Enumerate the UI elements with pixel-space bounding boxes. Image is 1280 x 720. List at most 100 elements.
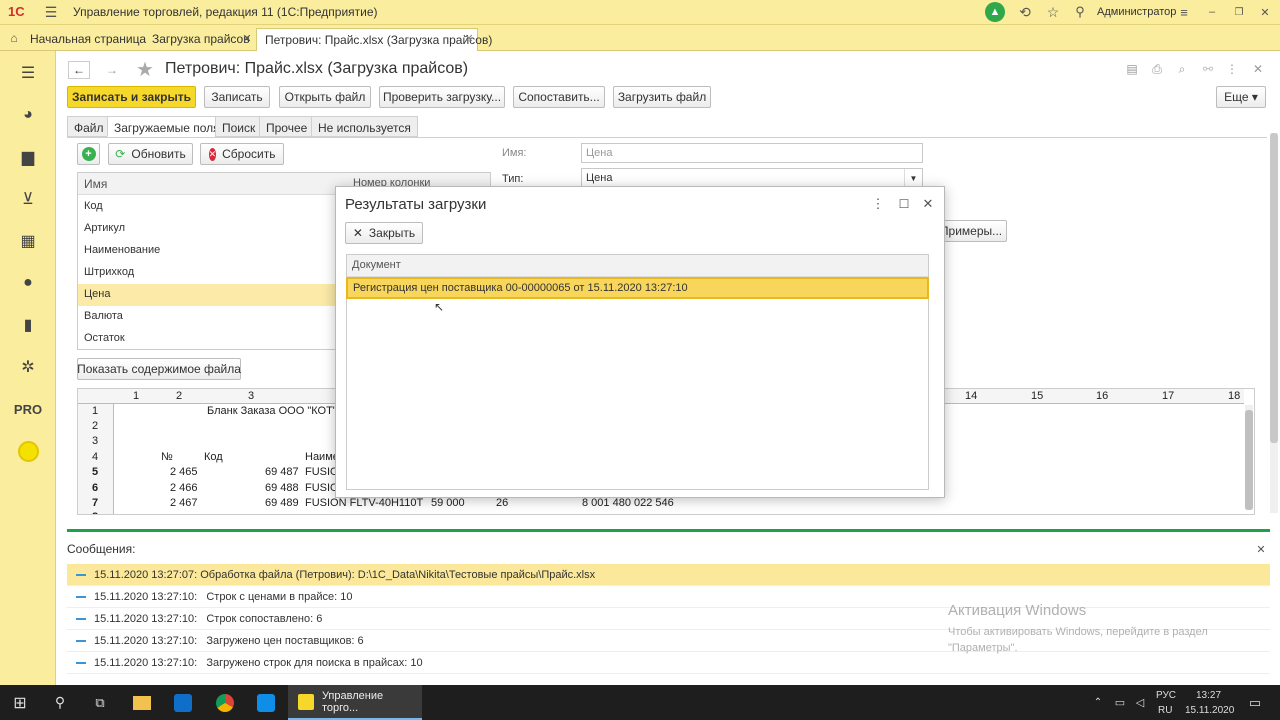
message-item[interactable]: 15.11.2020 13:27:07: Обработка файла (Пе…	[67, 564, 1270, 586]
sheet-row-num: 7	[92, 497, 99, 509]
menu-icon[interactable]: ☰	[42, 3, 60, 21]
close-form-icon[interactable]: ✕	[1250, 61, 1266, 77]
match-button[interactable]: Сопоставить...	[513, 86, 605, 108]
gear-icon[interactable]: ✲	[0, 354, 56, 380]
tab-bar: ⌂ Начальная страница Загрузка прайсов ✕ …	[0, 25, 1280, 51]
save-button[interactable]: Записать	[204, 86, 270, 108]
favorites-icon[interactable]: ☆	[1044, 3, 1062, 21]
save-and-close-button[interactable]: Записать и закрыть	[67, 86, 196, 108]
language-indicator[interactable]: РУС	[1156, 690, 1176, 701]
close-button[interactable]: ✕ Закрыть	[345, 222, 423, 244]
load-file-button[interactable]: Загрузить файл	[613, 86, 711, 108]
language-indicator-short[interactable]: RU	[1158, 705, 1172, 716]
tab-current[interactable]: Петрович: Прайс.xlsx (Загрузка прайсов)	[256, 28, 492, 51]
field-row[interactable]: Штрихкод	[78, 262, 336, 284]
clock-date[interactable]: 15.11.2020	[1185, 705, 1234, 716]
chevron-down-icon[interactable]: ▼	[904, 169, 922, 187]
subtab-loaded-fields[interactable]: Загружаемые поля	[107, 116, 227, 137]
sheet-row-num: 2	[92, 420, 99, 432]
field-row[interactable]: Наименование	[78, 240, 336, 262]
sheet-scrollbar[interactable]	[1245, 405, 1253, 510]
close-label: Закрыть	[368, 226, 416, 240]
task-view-icon[interactable]: ⧉	[80, 685, 120, 720]
pro-label[interactable]: PRO	[0, 396, 56, 422]
settings-menu-icon[interactable]: ≡	[1175, 3, 1193, 21]
user-name[interactable]: Администратор	[1097, 6, 1176, 18]
search-icon[interactable]: ⚲	[1071, 3, 1089, 21]
close-tab-icon[interactable]: ✕	[241, 31, 253, 45]
forward-arrow-icon[interactable]: →	[101, 61, 123, 79]
check-loading-button[interactable]: Проверить загрузку...	[379, 86, 505, 108]
taskbar-app-1c[interactable]: Управление торго...	[288, 685, 422, 720]
activation-watermark-text: Чтобы активировать Windows, перейдите в …	[948, 626, 1208, 654]
message-item[interactable]: 15.11.2020 13:27:10: Строк с ценами в пр…	[67, 586, 1270, 608]
close-tab-icon[interactable]: ✕	[463, 31, 475, 45]
save-icon[interactable]: ▤	[1124, 61, 1140, 77]
refresh-button[interactable]: ⟳ Обновить	[108, 143, 193, 165]
field-row[interactable]: Код	[78, 196, 336, 218]
reports-icon[interactable]: ▮	[0, 312, 56, 338]
document-row[interactable]: Регистрация цен поставщика 00-00000065 о…	[346, 277, 929, 299]
windows-start-icon[interactable]: ⊞	[0, 685, 40, 720]
close-icon[interactable]: ✕	[921, 196, 935, 211]
name-field[interactable]: Цена	[581, 143, 923, 163]
chrome-icon[interactable]	[205, 685, 245, 720]
field-row[interactable]: Остаток	[78, 328, 336, 350]
search-icon[interactable]: ⚲	[40, 685, 80, 720]
more-vertical-icon[interactable]: ⋮	[871, 196, 885, 211]
report-icon[interactable]: ⌕	[1174, 61, 1190, 77]
clock-time[interactable]: 13:27	[1196, 690, 1221, 701]
print-icon[interactable]: ⎙	[1149, 61, 1165, 77]
field-row[interactable]: Валюта	[78, 306, 336, 328]
field-row[interactable]: Артикул	[78, 218, 336, 240]
subtab-other[interactable]: Прочее	[259, 116, 315, 137]
open-file-button[interactable]: Открыть файл	[279, 86, 371, 108]
notifications-icon[interactable]: ▭	[1240, 685, 1270, 720]
maximize-icon[interactable]: ☐	[897, 197, 911, 211]
form-title: Петрович: Прайс.xlsx (Загрузка прайсов)	[165, 60, 469, 77]
column-name[interactable]: Имя	[84, 177, 107, 191]
notification-icon[interactable]: ▲	[985, 2, 1005, 22]
reset-button[interactable]: ✕ Сбросить	[200, 143, 284, 165]
subtab-search[interactable]: Поиск	[215, 116, 263, 137]
form-scrollbar[interactable]	[1270, 133, 1278, 513]
more-button[interactable]: Еще ▾	[1216, 86, 1266, 108]
field-row-selected[interactable]: Цена	[78, 284, 336, 306]
dashboard-icon[interactable]: ◕	[0, 102, 56, 128]
close-messages-icon[interactable]: ✕	[1255, 543, 1267, 556]
examples-button[interactable]: Примеры...	[935, 220, 1007, 242]
subtab-unused[interactable]: Не используется	[311, 116, 418, 137]
minimize-icon[interactable]: –	[1203, 3, 1221, 21]
restore-icon[interactable]: ❐	[1230, 3, 1248, 21]
close-window-icon[interactable]: ✕	[1256, 3, 1274, 21]
menu-icon[interactable]: ☰	[0, 60, 56, 86]
finance-icon[interactable]: ●	[0, 270, 56, 296]
tray-chevron-icon[interactable]: ⌃	[1088, 685, 1108, 720]
star-icon[interactable]: ★	[136, 57, 154, 82]
sheet-cell: 2 466	[170, 482, 198, 494]
bag-icon[interactable]: ▆	[0, 144, 56, 170]
tab-home[interactable]: Начальная страница	[22, 28, 154, 51]
warehouse-icon[interactable]: ▦	[0, 228, 56, 254]
link-icon[interactable]: ⚯	[1200, 61, 1216, 77]
more-vertical-icon[interactable]: ⋮	[1224, 61, 1240, 77]
add-button[interactable]: +	[77, 143, 100, 165]
cart-icon[interactable]: ⊻	[0, 186, 56, 212]
reset-icon: ✕	[208, 147, 217, 161]
sheet-cell: 2 465	[170, 466, 198, 478]
window-title: Управление торговлей, редакция 11 (1С:Пр…	[73, 5, 378, 19]
home-icon[interactable]: ⌂	[6, 30, 22, 46]
sheet-col-label: 1	[133, 390, 140, 402]
back-arrow-icon[interactable]: ←	[68, 61, 90, 79]
subtab-file[interactable]: Файл	[67, 116, 111, 137]
type-field[interactable]: Цена	[581, 168, 923, 188]
teamviewer-icon[interactable]	[246, 685, 286, 720]
network-icon[interactable]: ▭	[1110, 685, 1130, 720]
history-icon[interactable]: ⟲	[1016, 3, 1034, 21]
status-circle-icon[interactable]	[18, 441, 39, 462]
outlook-icon[interactable]	[163, 685, 203, 720]
show-file-button[interactable]: Показать содержимое файла	[77, 358, 241, 380]
volume-icon[interactable]: ◁	[1130, 685, 1150, 720]
column-document[interactable]: Документ	[352, 259, 401, 271]
file-explorer-icon[interactable]	[122, 685, 162, 720]
